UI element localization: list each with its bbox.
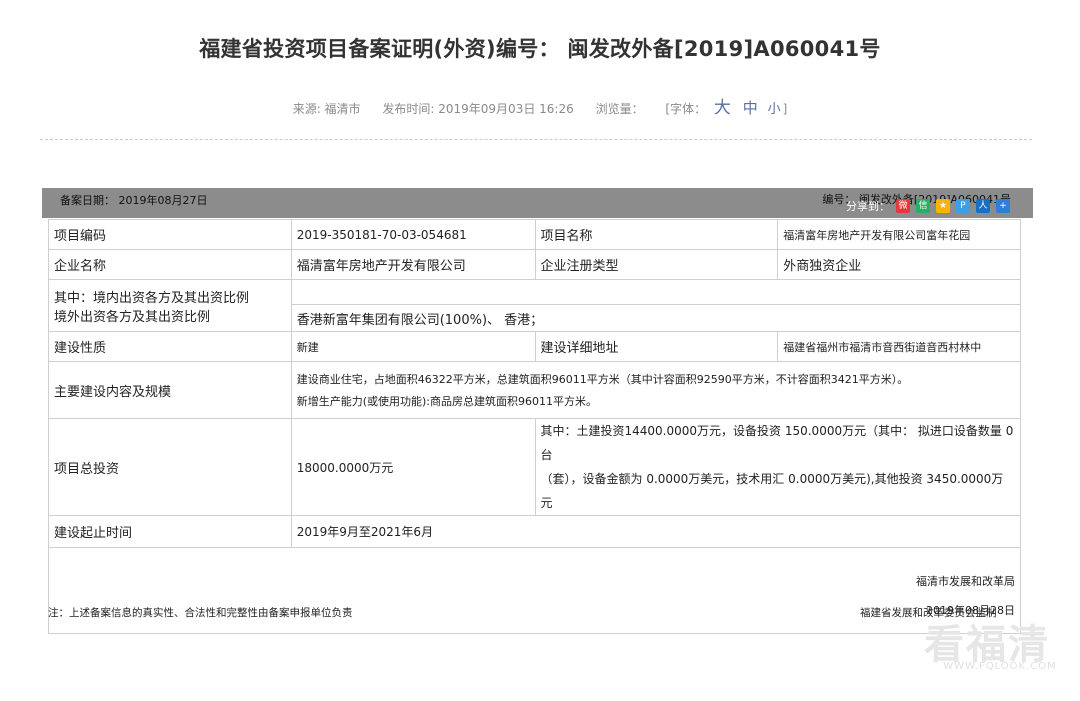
weibo-icon[interactable]: 微 [896, 199, 910, 213]
table-row: 福清市发展和改革局 2019年08月28日 [48, 547, 1021, 634]
source-text: 来源: 福清市 [292, 102, 361, 116]
project-name-label: 项目名称 [534, 219, 779, 250]
address-label: 建设详细地址 [534, 331, 779, 362]
investor-ratio-label: 其中：境内出资各方及其出资比例 境外出资各方及其出资比例 [48, 279, 292, 332]
domestic-ratio-value [290, 279, 1022, 305]
table-row: 项目编码 2019-350181-70-03-054681 项目名称 福清富年房… [48, 219, 1021, 250]
font-size-medium-link[interactable]: 中 [743, 99, 758, 117]
share-toolbar: 分享到： 微 信 ★ P 人 + [846, 198, 1010, 214]
article-meta: 来源: 福清市 发布时间: 2019年09月03日 16:26 浏览量： [字体… [0, 93, 1080, 118]
more-icon[interactable]: + [996, 199, 1010, 213]
project-name-value: 福清富年房地产开发有限公司富年花园 [777, 219, 1021, 250]
watermark-url: WWW.FQLOOK.COM [943, 661, 1057, 672]
construction-nature-label: 建设性质 [48, 331, 292, 362]
project-code-value: 2019-350181-70-03-054681 [290, 219, 536, 250]
registration-type-label: 企业注册类型 [534, 249, 779, 280]
publish-time: 发布时间: 2019年09月03日 16:26 [382, 102, 574, 116]
investment-detail: 其中：土建投资14400.0000万元，设备投资 150.0000万元（其中： … [534, 418, 1021, 516]
share-label: 分享到： [846, 200, 890, 213]
table-row: 其中：境内出资各方及其出资比例 境外出资各方及其出资比例 [48, 279, 1022, 332]
renren-icon[interactable]: 人 [976, 199, 990, 213]
domestic-ratio-label: 其中：境内出资各方及其出资比例 [54, 290, 250, 306]
construction-period-label: 建设起止时间 [48, 515, 292, 548]
font-size-large-link[interactable]: 大 [714, 98, 731, 118]
font-size-close: ] [782, 102, 788, 116]
table-row: 建设性质 新建 建设详细地址 福建省福州市福清市音西街道音西村林中 [48, 331, 1021, 362]
construction-content-value: 建设商业住宅，占地面积46322平方米，总建筑面积96011平方米（其中计容面积… [290, 361, 1022, 419]
construction-period-value: 2019年9月至2021年6月 [290, 515, 1022, 548]
company-name-label: 企业名称 [48, 249, 292, 280]
total-investment-label: 项目总投资 [48, 418, 292, 516]
issuer-name: 福清市发展和改革局 [916, 575, 1015, 588]
footer-note: 注：上述备案信息的真实性、合法性和完整性由备案申报单位负责 [48, 607, 353, 619]
investment-detail-line: （套），设备金额为 0.0000万美元，技术用汇 0.0000万美元),其他投资… [540, 472, 1004, 510]
record-table: 项目编码 2019-350181-70-03-054681 项目名称 福清富年房… [48, 219, 1022, 634]
construction-content-label: 主要建设内容及规模 [48, 361, 292, 419]
table-row: 项目总投资 18000.0000万元 其中：土建投资14400.0000万元，设… [48, 418, 1021, 516]
construction-content-line: 建设商业住宅，占地面积46322平方米，总建筑面积96011平方米（其中计容面积… [296, 373, 909, 386]
foreign-ratio-label: 境外出资各方及其出资比例 [54, 309, 211, 325]
wechat-icon[interactable]: 信 [916, 199, 930, 213]
separator [40, 139, 1032, 140]
table-row: 建设起止时间 2019年9月至2021年6月 [48, 515, 1022, 548]
table-row: 主要建设内容及规模 建设商业住宅，占地面积46322平方米，总建筑面积96011… [48, 361, 1022, 419]
qzone-icon[interactable]: ★ [936, 199, 950, 213]
address-value: 福建省福州市福清市音西街道音西村林中 [777, 331, 1021, 362]
investment-detail-line: 其中：土建投资14400.0000万元，设备投资 150.0000万元（其中： … [540, 424, 1014, 462]
font-size-switcher: [字体： 大 中 小] [665, 98, 788, 118]
record-date: 备案日期： 2019年08月27日 [60, 194, 208, 207]
issuer-block: 福清市发展和改革局 2019年08月28日 [48, 547, 1021, 634]
page-title: 福建省投资项目备案证明(外资)编号： 闽发改外备[2019]A060041号 [199, 37, 881, 61]
tencent-weibo-icon[interactable]: P [956, 199, 970, 213]
production-capacity-line: 新增生产能力(或使用功能):商品房总建筑面积96011平方米。 [296, 395, 597, 408]
company-name-value: 福清富年房地产开发有限公司 [290, 249, 536, 280]
registration-type-value: 外商独资企业 [777, 249, 1021, 280]
font-size-label: [字体： [665, 102, 707, 116]
font-size-small-link[interactable]: 小 [768, 102, 781, 117]
project-code-label: 项目编码 [48, 219, 292, 250]
total-investment-value: 18000.0000万元 [290, 418, 536, 516]
construction-nature-value: 新建 [290, 331, 536, 362]
views-count: 浏览量： [595, 102, 644, 116]
foreign-ratio-value: 香港新富年集团有限公司(100%)、 香港； [290, 304, 1022, 332]
table-row: 企业名称 福清富年房地产开发有限公司 企业注册类型 外商独资企业 [48, 249, 1021, 280]
